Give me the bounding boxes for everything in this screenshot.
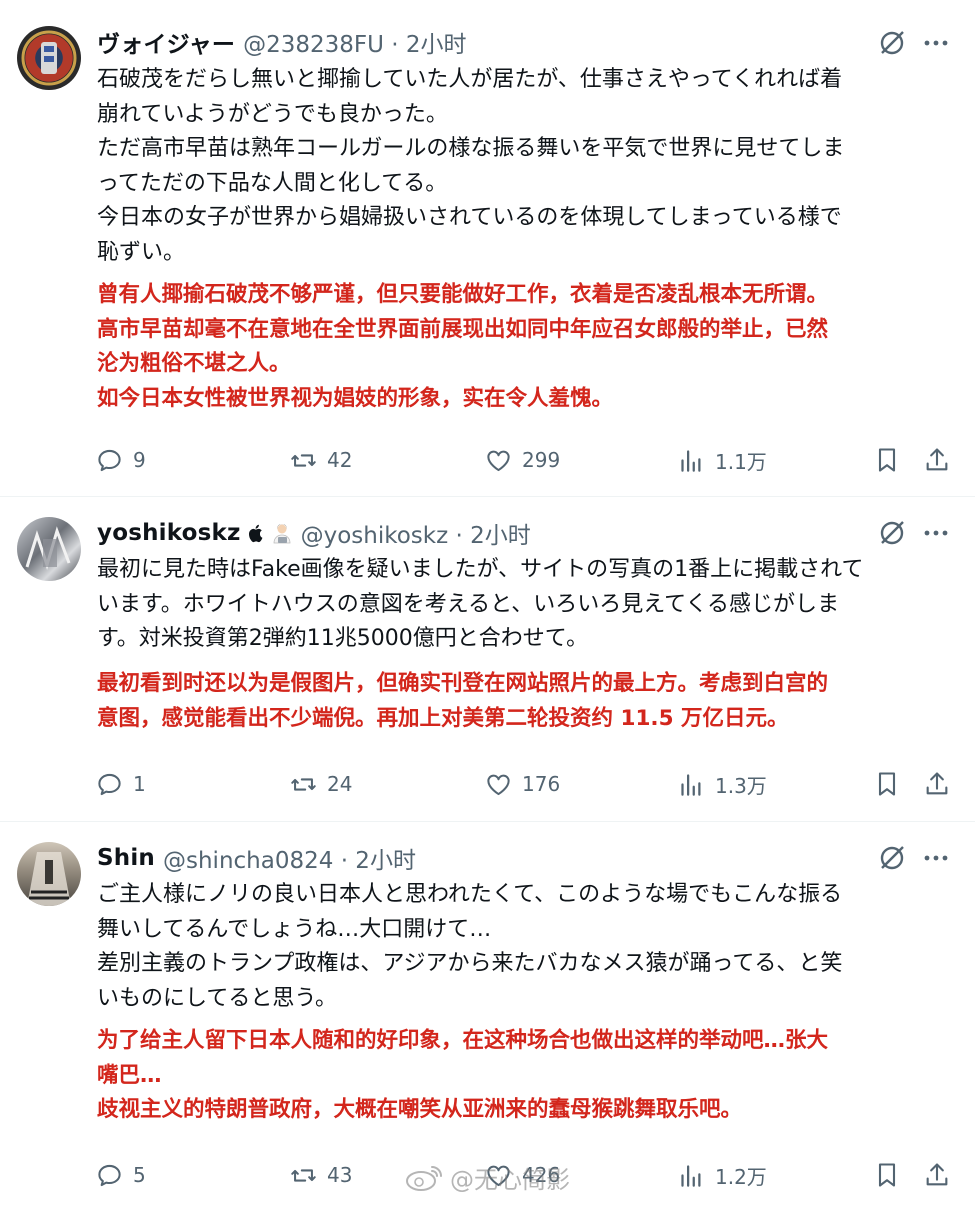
more-icon[interactable] [921,518,951,548]
view-count: 1.2万 [715,1164,767,1189]
views-button[interactable]: 1.2万 [678,1155,767,1195]
watermark: @无心简影 [404,1160,570,1195]
handle-and-time[interactable]: @yoshikoskz · 2小时 [301,516,531,550]
share-icon[interactable] [923,1161,951,1189]
more-icon[interactable] [921,28,951,58]
translation-paragraph: 高市早苗却毫不在意地在全世界面前展现出如同中年应召女郎般的举止，已然 沦为粗俗不… [97,316,829,377]
post-text: ご主人様にノリの良い日本人と思われたくて、このような場でもこんな振る 舞いしてる… [97,878,947,1016]
repost-button[interactable]: 42 [290,440,352,480]
handle-and-time[interactable]: @238238FU · 2小时 [243,25,466,59]
repost-count: 43 [327,1163,353,1187]
reply-button[interactable]: 5 [96,1155,146,1195]
reply-count: 9 [133,448,146,472]
reply-icon [98,773,121,795]
weibo-logo-icon [406,1165,442,1191]
translation-paragraph: 为了给主人留下日本人随和的好印象，在这种场合也做出这样的举动吧…张大 嘴巴… [97,1028,829,1088]
translation-paragraph: 最初看到时还以为是假图片，但确实刊登在网站照片的最上方。考虑到白宫的 意图，感觉… [97,671,829,731]
post-paragraph: 今日本の女子が世界から娼婦扱いされているのを体現してしまっている様で 恥ずい。 [97,205,842,265]
display-name[interactable]: yoshikoskz [97,520,241,546]
post-paragraph: 最初に見た時はFake画像を疑いましたが、サイトの写真の1番上に掲載されて いま… [97,557,864,651]
repost-button[interactable]: 24 [290,764,352,804]
post-1[interactable]: ヴォイジャー @238238FU · 2小时 石破茂をだらし無いと揶揄していた人… [0,0,975,497]
post-header: Shin @shincha0824 · 2小时 [97,841,416,875]
watermark-text: @无心简影 [450,1166,570,1194]
views-button[interactable]: 1.3万 [678,764,767,804]
post-2[interactable]: yoshikoskz @yoshikoskz · 2小时 最初に見た時はFake… [0,497,975,822]
technologist-emoji-icon [273,524,290,544]
like-count: 176 [522,772,561,796]
heart-icon [487,450,510,471]
post-text: 石破茂をだらし無いと揶揄していた人が居たが、仕事さえやってくれれば着 崩れていよ… [97,63,947,270]
grok-icon[interactable] [877,518,907,548]
reply-icon [98,1164,121,1186]
translation-text: 为了给主人留下日本人随和的好印象，在这种场合也做出这样的举动吧…张大 嘴巴… 歧… [97,1024,947,1128]
translation-text: 曾有人揶揄石破茂不够严谨，但只要能做好工作，衣着是否凌乱根本无所谓。 高市早苗却… [97,278,947,416]
share-icon[interactable] [923,446,951,474]
views-button[interactable]: 1.1万 [678,440,767,480]
avatar[interactable] [17,842,81,906]
post-header: yoshikoskz @yoshikoskz · 2小时 [97,516,531,550]
repost-button[interactable]: 43 [290,1155,352,1195]
more-icon[interactable] [921,843,951,873]
bookmark-icon[interactable] [873,770,901,798]
post-paragraph: 差別主義のトランプ政権は、アジアから来たバカなメス猿が踊ってる、と笑 いものにし… [97,951,843,1011]
repost-icon [291,453,316,467]
grok-icon[interactable] [877,28,907,58]
reply-count: 1 [133,772,146,796]
post-header: ヴォイジャー @238238FU · 2小时 [97,25,467,59]
action-bar: 1 24 176 1.3万 [0,764,975,804]
like-button[interactable]: 299 [485,440,560,480]
reply-button[interactable]: 1 [96,764,146,804]
bookmark-icon[interactable] [873,446,901,474]
action-bar: 9 42 299 1.1万 [0,440,975,480]
reply-count: 5 [133,1163,146,1187]
repost-count: 24 [327,772,353,796]
avatar[interactable] [17,517,81,581]
post-3[interactable]: Shin @shincha0824 · 2小时 ご主人様にノリの良い日本人と思わ… [0,822,975,1208]
grok-icon[interactable] [877,843,907,873]
apple-logo-icon [248,524,262,543]
repost-icon [291,1168,316,1182]
post-paragraph: 石破茂をだらし無いと揶揄していた人が居たが、仕事さえやってくれれば着 崩れていよ… [97,67,843,127]
avatar[interactable] [17,26,81,90]
post-text: 最初に見た時はFake画像を疑いましたが、サイトの写真の1番上に掲載されて いま… [97,553,947,657]
analytics-icon [681,773,701,796]
share-icon[interactable] [923,770,951,798]
reply-icon [98,449,121,471]
view-count: 1.1万 [715,449,767,474]
bookmark-icon[interactable] [873,1161,901,1189]
handle-and-time[interactable]: @shincha0824 · 2小时 [163,841,416,875]
view-count: 1.3万 [715,773,767,798]
display-name[interactable]: Shin [97,845,155,871]
repost-icon [291,777,316,791]
repost-count: 42 [327,448,353,472]
like-count: 299 [522,448,561,472]
heart-icon [487,774,510,795]
translation-paragraph: 歧视主义的特朗普政府，大概在嘲笑从亚洲来的蠢母猴跳舞取乐吧。 [97,1097,743,1122]
translation-text: 最初看到时还以为是假图片，但确实刊登在网站照片的最上方。考虑到白宫的 意图，感觉… [97,667,947,736]
analytics-icon [681,449,701,472]
post-paragraph: ただ高市早苗は熟年コールガールの様な振る舞いを平気で世界に見せてしま ってただの… [97,136,845,196]
reply-button[interactable]: 9 [96,440,146,480]
translation-paragraph: 曾有人揶揄石破茂不够严谨，但只要能做好工作，衣着是否凌乱根本无所谓。 [97,282,829,307]
post-paragraph: ご主人様にノリの良い日本人と思われたくて、このような場でもこんな振る 舞いしてる… [97,882,843,942]
like-button[interactable]: 176 [485,764,560,804]
translation-paragraph: 如今日本女性被世界视为娼妓的形象，实在令人羞愧。 [97,385,614,411]
display-name[interactable]: ヴォイジャー [97,25,235,59]
analytics-icon [681,1164,701,1187]
